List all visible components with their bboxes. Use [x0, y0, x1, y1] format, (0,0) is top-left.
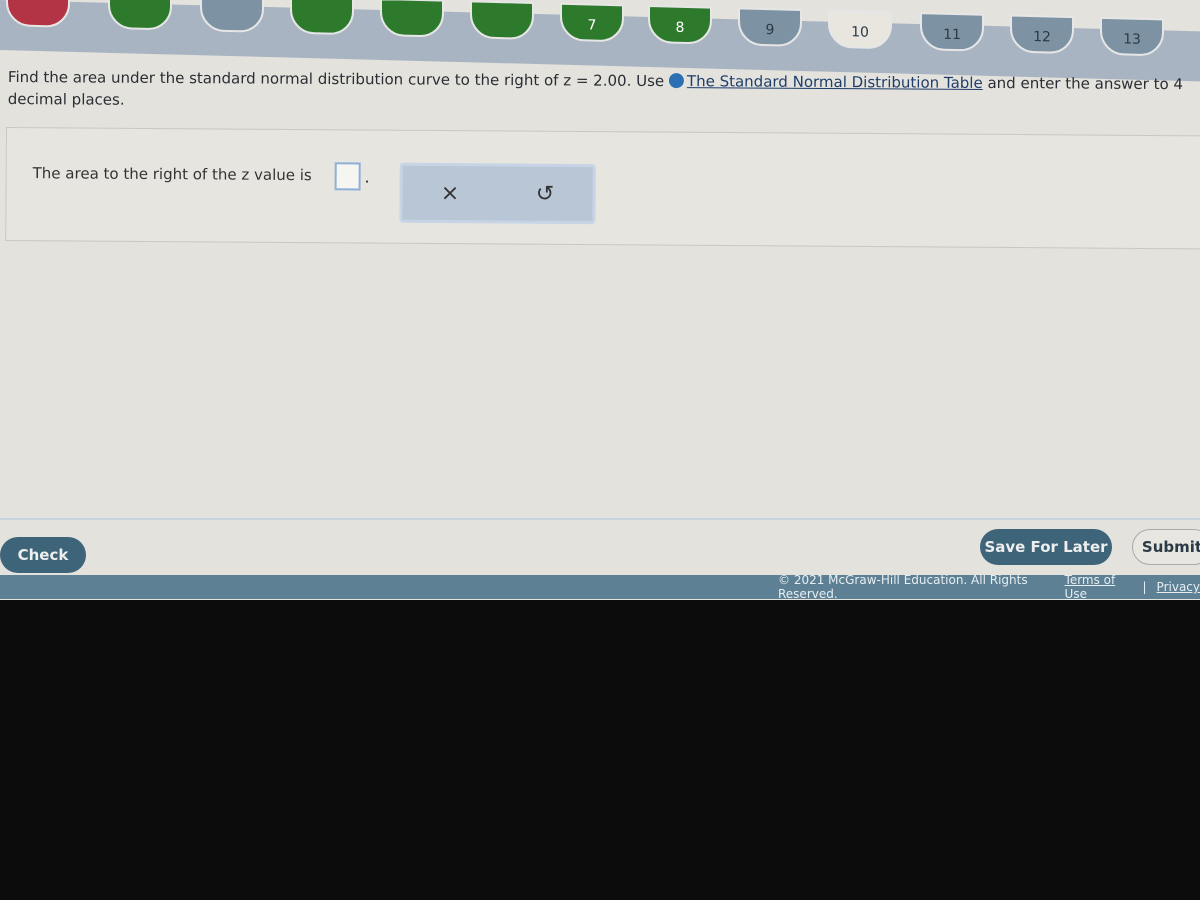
question-nav-3[interactable]: [200, 0, 264, 33]
question-nav-1[interactable]: [6, 0, 70, 28]
question-nav-12[interactable]: 12: [1010, 14, 1074, 55]
answer-input[interactable]: [334, 162, 361, 191]
question-nav-4[interactable]: [290, 0, 354, 36]
question-nav-7[interactable]: 7: [560, 2, 624, 43]
normal-table-link[interactable]: The Standard Normal Distribution Table: [687, 72, 983, 92]
answer-area: The area to the right of the z value is …: [5, 127, 1200, 250]
browser-screen: 7 8 9 10 11 12 13 Find the area under the stan…: [0, 0, 1200, 601]
clear-icon[interactable]: ×: [441, 181, 460, 206]
answer-toolbar: × ↺: [399, 162, 596, 225]
question-nav-11[interactable]: 11: [920, 12, 984, 52]
question-nav-6[interactable]: [470, 0, 534, 40]
question-nav-8[interactable]: 8: [648, 4, 712, 45]
footer: © 2021 McGraw-Hill Education. All Rights…: [0, 573, 1200, 601]
question-nav-2[interactable]: [108, 0, 172, 31]
question-nav-13[interactable]: 13: [1100, 16, 1164, 57]
privacy-link[interactable]: Privacy: [1157, 580, 1200, 594]
answer-label: The area to the right of the z value is: [32, 164, 312, 185]
copyright: © 2021 McGraw-Hill Education. All Rights…: [778, 573, 1028, 601]
answer-suffix: .: [364, 168, 370, 187]
submit-button[interactable]: Submit: [1132, 529, 1200, 565]
footer-separator: |: [1142, 580, 1147, 594]
question-nav-9[interactable]: 9: [738, 7, 802, 48]
info-icon[interactable]: [668, 73, 685, 89]
question-nav-10[interactable]: 10: [828, 9, 892, 50]
reset-icon[interactable]: ↺: [536, 181, 555, 206]
question-text: Find the area under the standard normal …: [7, 67, 1184, 109]
question-nav-5[interactable]: [380, 0, 444, 38]
terms-link[interactable]: Terms of Use: [1065, 573, 1133, 601]
save-for-later-button[interactable]: Save For Later: [980, 529, 1112, 565]
check-button[interactable]: Check: [0, 537, 86, 573]
action-bar: Check Save For Later Submit: [0, 518, 1200, 576]
